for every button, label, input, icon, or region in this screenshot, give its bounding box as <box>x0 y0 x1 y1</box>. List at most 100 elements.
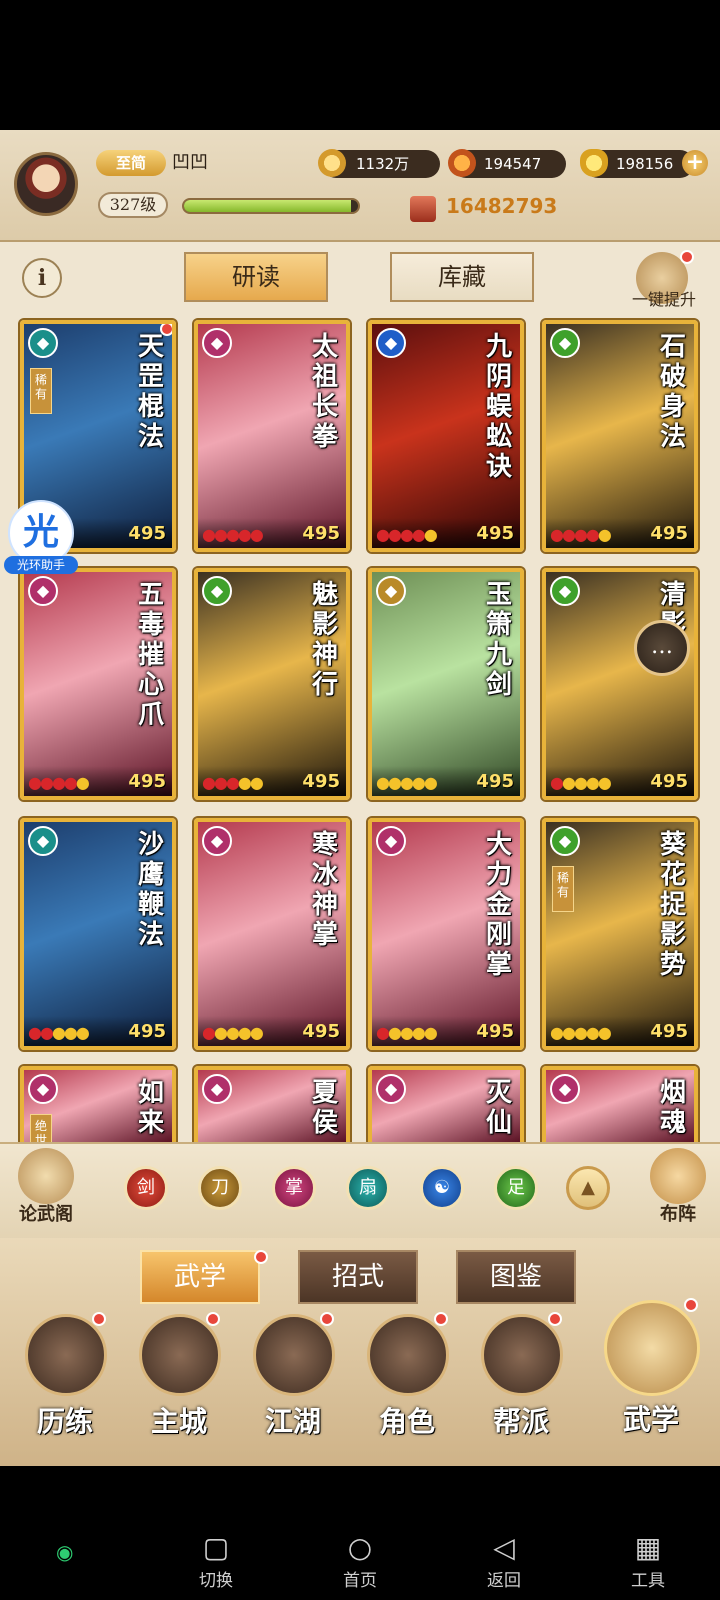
skill-card[interactable]: ◆ 玉箫九剑 ●●●●● 495 <box>368 568 524 800</box>
tab-codex[interactable]: 图鉴 <box>456 1250 576 1304</box>
skill-card[interactable]: ◆ 五毒摧心爪 ●●●●● 495 <box>20 568 176 800</box>
element-filter-gold[interactable]: 刀 <box>198 1166 242 1210</box>
xp-bar <box>182 198 360 214</box>
nav-character-label: 角色 <box>378 1405 435 1438</box>
skill-card[interactable]: ◆ 夏侯 <box>194 1066 350 1146</box>
skill-card-name: 沙鹰鞭法 <box>137 830 164 950</box>
star-drops: ●●●●● <box>202 525 264 544</box>
nav-guild[interactable]: 帮派 <box>466 1300 576 1450</box>
circle-icon: ○ <box>347 1531 373 1564</box>
element-filter-magenta[interactable]: 掌 <box>272 1166 316 1210</box>
back-button[interactable]: ◁ 返回 <box>464 1530 544 1594</box>
gold-drop-icon: ● <box>597 525 612 544</box>
gold-drop-icon: ● <box>423 525 438 544</box>
notification-dot <box>160 324 172 336</box>
notification-dot <box>254 1250 268 1264</box>
gold-drop-icon: ● <box>411 1023 426 1042</box>
xp-bar-fill <box>184 200 352 212</box>
tab-moves[interactable]: 招式 <box>298 1250 418 1304</box>
tools-button[interactable]: ▦ 工具 <box>608 1530 688 1594</box>
element-badge-icon: ◆ <box>28 328 58 358</box>
red-drop-icon: ● <box>213 525 228 544</box>
skill-card[interactable]: ◆ 寒冰神掌 ●●●●● 495 <box>194 818 350 1050</box>
skill-card[interactable]: ◆ 绝世 如来 <box>20 1066 176 1146</box>
star-drops: ●●●●● <box>28 1023 90 1042</box>
switch-button[interactable]: ▢ 切换 <box>176 1530 256 1594</box>
tab-storage[interactable]: 库藏 <box>390 252 534 302</box>
gold-ingot-counter[interactable]: 198156 <box>580 149 694 178</box>
star-drops: ●●●●● <box>550 525 612 544</box>
element-filter-teal[interactable]: 扇 <box>346 1166 390 1210</box>
home-button[interactable]: ○ 首页 <box>320 1530 400 1594</box>
trial-icon <box>25 1314 107 1396</box>
nav-martial-arts-label: 武学 <box>622 1403 679 1436</box>
halo-helper-label: 光环助手 <box>4 556 78 574</box>
skill-level: 495 <box>650 1021 688 1042</box>
star-drops: ●●●●● <box>202 773 264 792</box>
info-button[interactable]: i <box>22 258 62 298</box>
tab-martial-arts[interactable]: 武学 <box>140 1250 260 1304</box>
lunwu-pavilion-button[interactable]: 论武阁 <box>8 1148 84 1232</box>
red-drop-icon: ● <box>387 525 402 544</box>
formation-button[interactable]: 布阵 <box>642 1148 714 1232</box>
square-icon: ▢ <box>202 1531 230 1564</box>
one-click-upgrade-button[interactable]: 一键提升 <box>618 250 710 309</box>
skill-card[interactable]: ◆ 沙鹰鞭法 ●●●●● 495 <box>20 818 176 1050</box>
skill-card[interactable]: ◆ 九阴蜈蚣诀 ●●●●● 495 <box>368 320 524 552</box>
skill-card-name: 九阴蜈蚣诀 <box>485 332 512 482</box>
element-filter-red[interactable]: 剑 <box>124 1166 168 1210</box>
gold-drop-icon: ● <box>573 1023 588 1042</box>
star-drops: ●●●●● <box>376 1023 438 1042</box>
skill-card[interactable]: ◆ 烟魂 <box>542 1066 698 1146</box>
element-filter-blue[interactable]: ☯ <box>420 1166 464 1210</box>
element-badge-icon: ◆ <box>202 328 232 358</box>
nav-jianghu[interactable]: 江湖 <box>238 1300 348 1450</box>
gold-drop-icon: ● <box>249 1023 264 1042</box>
add-currency-button[interactable]: + <box>682 150 708 176</box>
nav-main-city[interactable]: 主城 <box>124 1300 234 1450</box>
guild-icon <box>481 1314 563 1396</box>
flame-token-counter[interactable]: 194547 <box>448 149 566 178</box>
player-name: 凹凹 <box>172 152 208 173</box>
skill-card[interactable]: ◆ 太祖长拳 ●●●●● 495 <box>194 320 350 552</box>
skill-card[interactable]: ◆ 魅影神行 ●●●●● 495 <box>194 568 350 800</box>
red-drop-icon: ● <box>28 773 42 792</box>
nav-trial[interactable]: 历练 <box>10 1300 120 1450</box>
home-label: 首页 <box>343 1571 377 1591</box>
element-badge-icon: ◆ <box>202 576 232 606</box>
copper-coin-icon <box>318 149 346 177</box>
skill-card-name: 葵花捉影势 <box>659 830 686 980</box>
element-badge-icon: ◆ <box>28 826 58 856</box>
skill-card[interactable]: ◆清影步●●●●●495 <box>542 568 698 800</box>
gold-drop-icon: ● <box>561 773 576 792</box>
skill-card[interactable]: ◆ 石破身法 ●●●●● 495 <box>542 320 698 552</box>
nav-guild-label: 帮派 <box>492 1405 549 1438</box>
book-icon <box>18 1148 74 1204</box>
skill-level: 495 <box>650 771 688 792</box>
player-avatar[interactable] <box>14 152 78 216</box>
skill-card-name: 天罡棍法 <box>137 332 164 452</box>
halo-helper-button[interactable]: 光 光环助手 <box>4 500 78 578</box>
character-icon <box>367 1314 449 1396</box>
element-badge-icon: ◆ <box>376 1074 406 1104</box>
skill-level: 495 <box>128 523 166 544</box>
red-drop-icon: ● <box>585 525 600 544</box>
element-filter-all[interactable]: ▲ <box>566 1166 610 1210</box>
tab-study[interactable]: 研读 <box>184 252 328 302</box>
red-drop-icon: ● <box>411 525 426 544</box>
element-badge-icon: ◆ <box>28 576 58 606</box>
nav-character[interactable]: 角色 <box>352 1300 462 1450</box>
skill-card[interactable]: ◆ 大力金刚掌 ●●●●● 495 <box>368 818 524 1050</box>
red-drop-icon: ● <box>550 525 564 544</box>
element-filter-green[interactable]: 足 <box>494 1166 538 1210</box>
skill-card[interactable]: ◆ 稀有 葵花捉影势 ●●●●● 495 <box>542 818 698 1050</box>
red-drop-icon: ● <box>225 773 240 792</box>
nav-martial-arts[interactable]: 武学 <box>596 1286 706 1436</box>
star-drops: ●●●●● <box>376 773 438 792</box>
copper-coin-counter[interactable]: 1132万 <box>318 149 440 178</box>
skill-level: 495 <box>128 771 166 792</box>
skill-card[interactable]: ◆ 灭仙 <box>368 1066 524 1146</box>
gold-drop-icon: ● <box>75 773 90 792</box>
gold-drop-icon: ● <box>550 1023 564 1042</box>
chat-button[interactable]: … <box>634 620 690 676</box>
